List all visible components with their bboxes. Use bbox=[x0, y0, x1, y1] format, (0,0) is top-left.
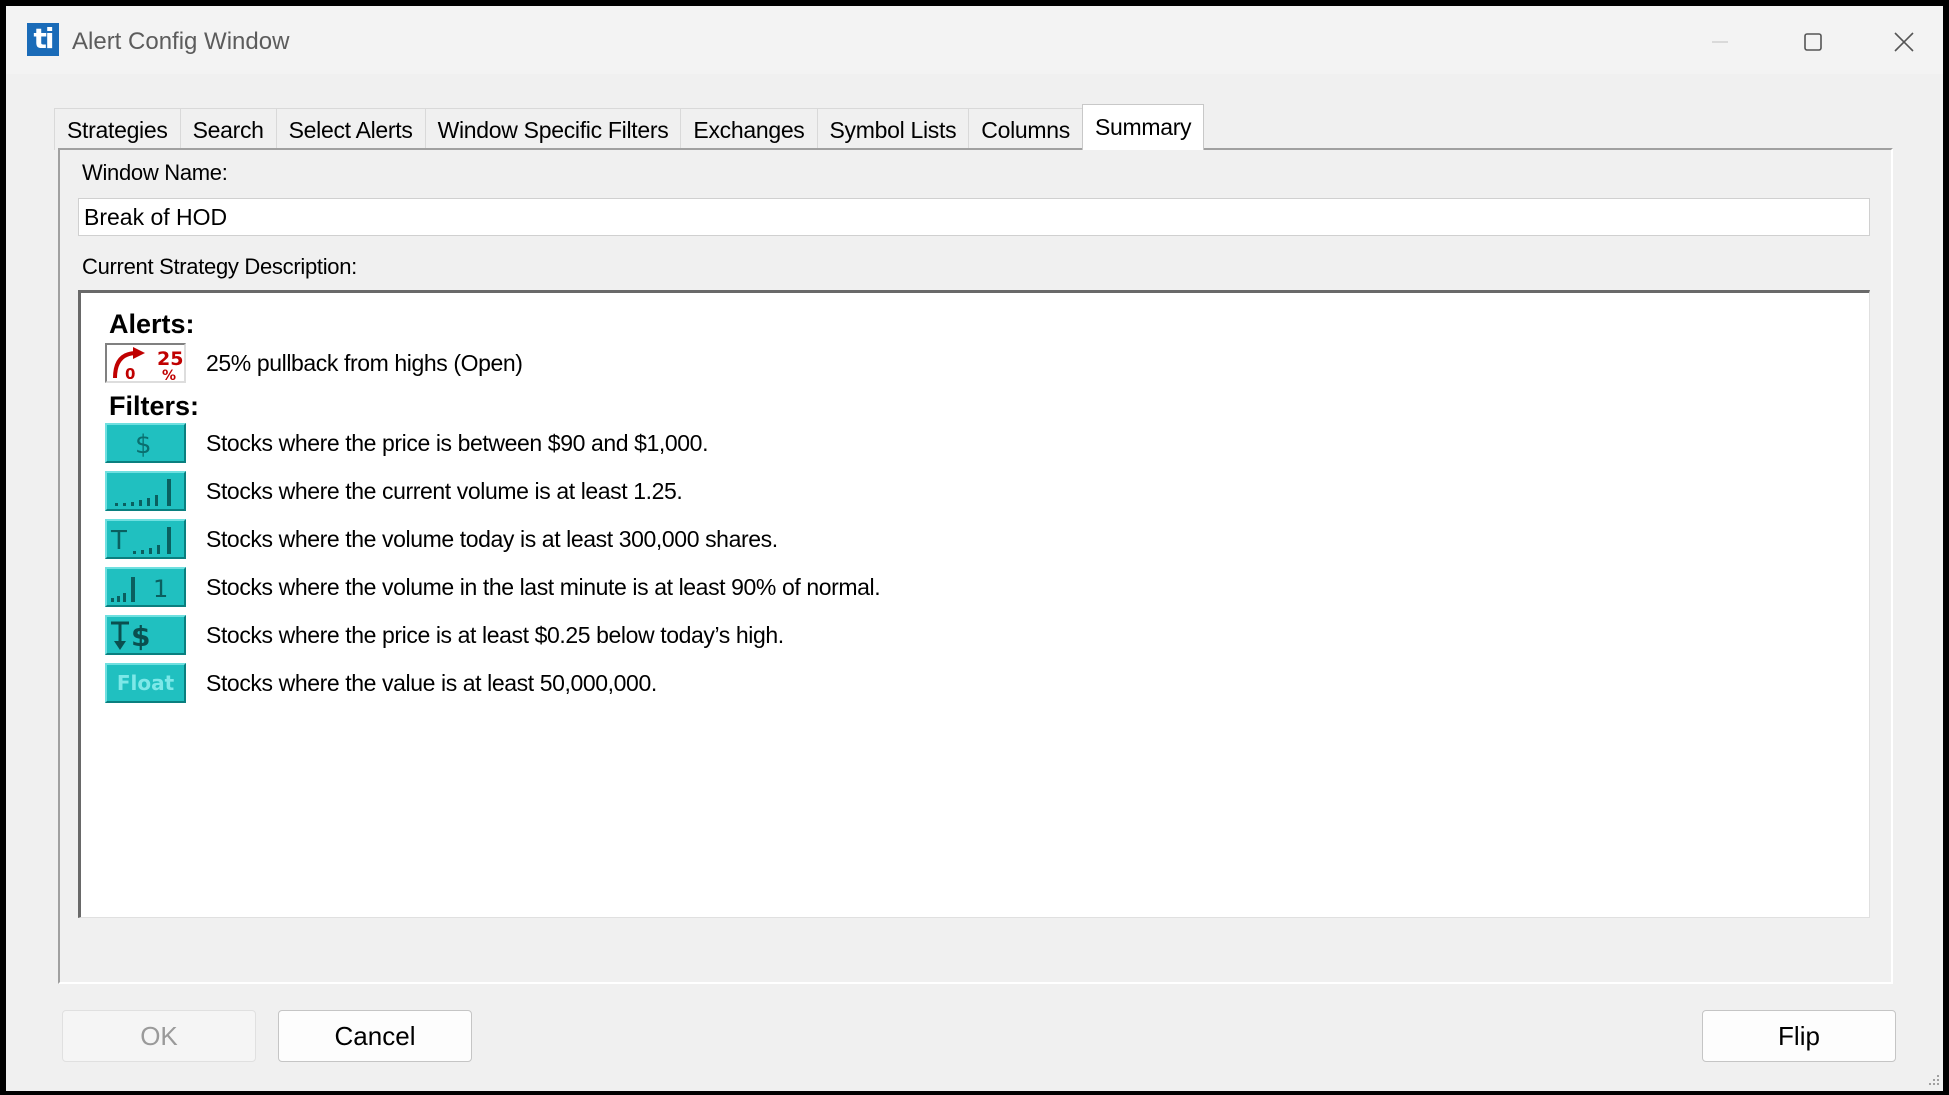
strategy-description-label: Current Strategy Description: bbox=[82, 254, 357, 279]
filter-description: Stocks where the current volume is at le… bbox=[206, 477, 683, 504]
tab-strip: Strategies Search Select Alerts Window S… bbox=[54, 104, 1205, 150]
maximize-button[interactable] bbox=[1783, 20, 1843, 64]
volume-last-minute-icon: 1 bbox=[105, 567, 186, 607]
tab-symbol-lists[interactable]: Symbol Lists bbox=[816, 108, 970, 150]
svg-text:T: T bbox=[110, 526, 127, 556]
list-item: T Stocks where the volume today is at le… bbox=[105, 519, 778, 559]
price-dollar-icon: $ bbox=[105, 423, 186, 463]
filter-description: Stocks where the volume in the last minu… bbox=[206, 573, 881, 600]
minimize-button[interactable] bbox=[1690, 20, 1750, 64]
tab-summary[interactable]: Summary bbox=[1081, 104, 1205, 150]
filter-description: Stocks where the price is at least $0.25… bbox=[206, 621, 784, 648]
maximize-icon bbox=[1804, 33, 1822, 51]
tab-strategies[interactable]: Strategies bbox=[54, 108, 181, 150]
list-item: Float Stocks where the value is at least… bbox=[105, 663, 657, 703]
title-bar[interactable] bbox=[6, 6, 1943, 74]
volume-today-icon: T bbox=[105, 519, 186, 559]
tab-columns[interactable]: Columns bbox=[968, 108, 1083, 150]
filters-heading: Filters: bbox=[109, 391, 200, 421]
window-name-label: Window Name: bbox=[82, 160, 228, 185]
filter-description: Stocks where the volume today is at leas… bbox=[206, 525, 778, 552]
tab-exchanges[interactable]: Exchanges bbox=[680, 108, 818, 150]
alerts-heading: Alerts: bbox=[109, 309, 195, 339]
flip-button[interactable]: Flip bbox=[1702, 1010, 1896, 1062]
list-item: 1 Stocks where the volume in the last mi… bbox=[105, 567, 881, 607]
resize-grip-icon[interactable] bbox=[1923, 1071, 1941, 1089]
current-volume-icon bbox=[105, 471, 186, 511]
tab-window-specific-filters[interactable]: Window Specific Filters bbox=[424, 108, 682, 150]
svg-text:25: 25 bbox=[157, 348, 183, 370]
list-item: 0 25 % 25% pullback from highs (Open) bbox=[105, 343, 523, 383]
cancel-button[interactable]: Cancel bbox=[278, 1010, 472, 1062]
list-item: $ Stocks where the price is between $90 … bbox=[105, 423, 708, 463]
app-logo-icon: ti bbox=[27, 23, 59, 56]
close-button[interactable] bbox=[1874, 20, 1934, 64]
svg-text:$: $ bbox=[135, 430, 152, 460]
list-item: Stocks where the current volume is at le… bbox=[105, 471, 683, 511]
close-icon bbox=[1894, 32, 1914, 52]
svg-text:%: % bbox=[162, 368, 176, 381]
svg-text:$: $ bbox=[131, 620, 150, 653]
window-title: Alert Config Window bbox=[72, 28, 290, 55]
tab-search[interactable]: Search bbox=[179, 108, 277, 150]
ok-button[interactable]: OK bbox=[62, 1010, 256, 1062]
list-item: $ Stocks where the price is at least $0.… bbox=[105, 615, 784, 655]
filter-description: Stocks where the price is between $90 an… bbox=[206, 429, 709, 456]
alert-description: 25% pullback from highs (Open) bbox=[206, 349, 523, 376]
svg-text:1: 1 bbox=[153, 575, 168, 603]
tab-select-alerts[interactable]: Select Alerts bbox=[275, 108, 426, 150]
pullback-from-highs-icon: 0 25 % bbox=[105, 343, 186, 383]
float-icon: Float bbox=[105, 663, 186, 703]
below-high-dollar-icon: $ bbox=[105, 615, 186, 655]
strategy-description-box[interactable]: Alerts: 0 25 % 25% pullback from highs (… bbox=[78, 290, 1870, 918]
svg-text:0: 0 bbox=[125, 365, 135, 381]
minimize-icon bbox=[1712, 41, 1728, 43]
filter-description: Stocks where the value is at least 50,00… bbox=[206, 669, 657, 696]
window-name-input[interactable] bbox=[78, 198, 1870, 236]
